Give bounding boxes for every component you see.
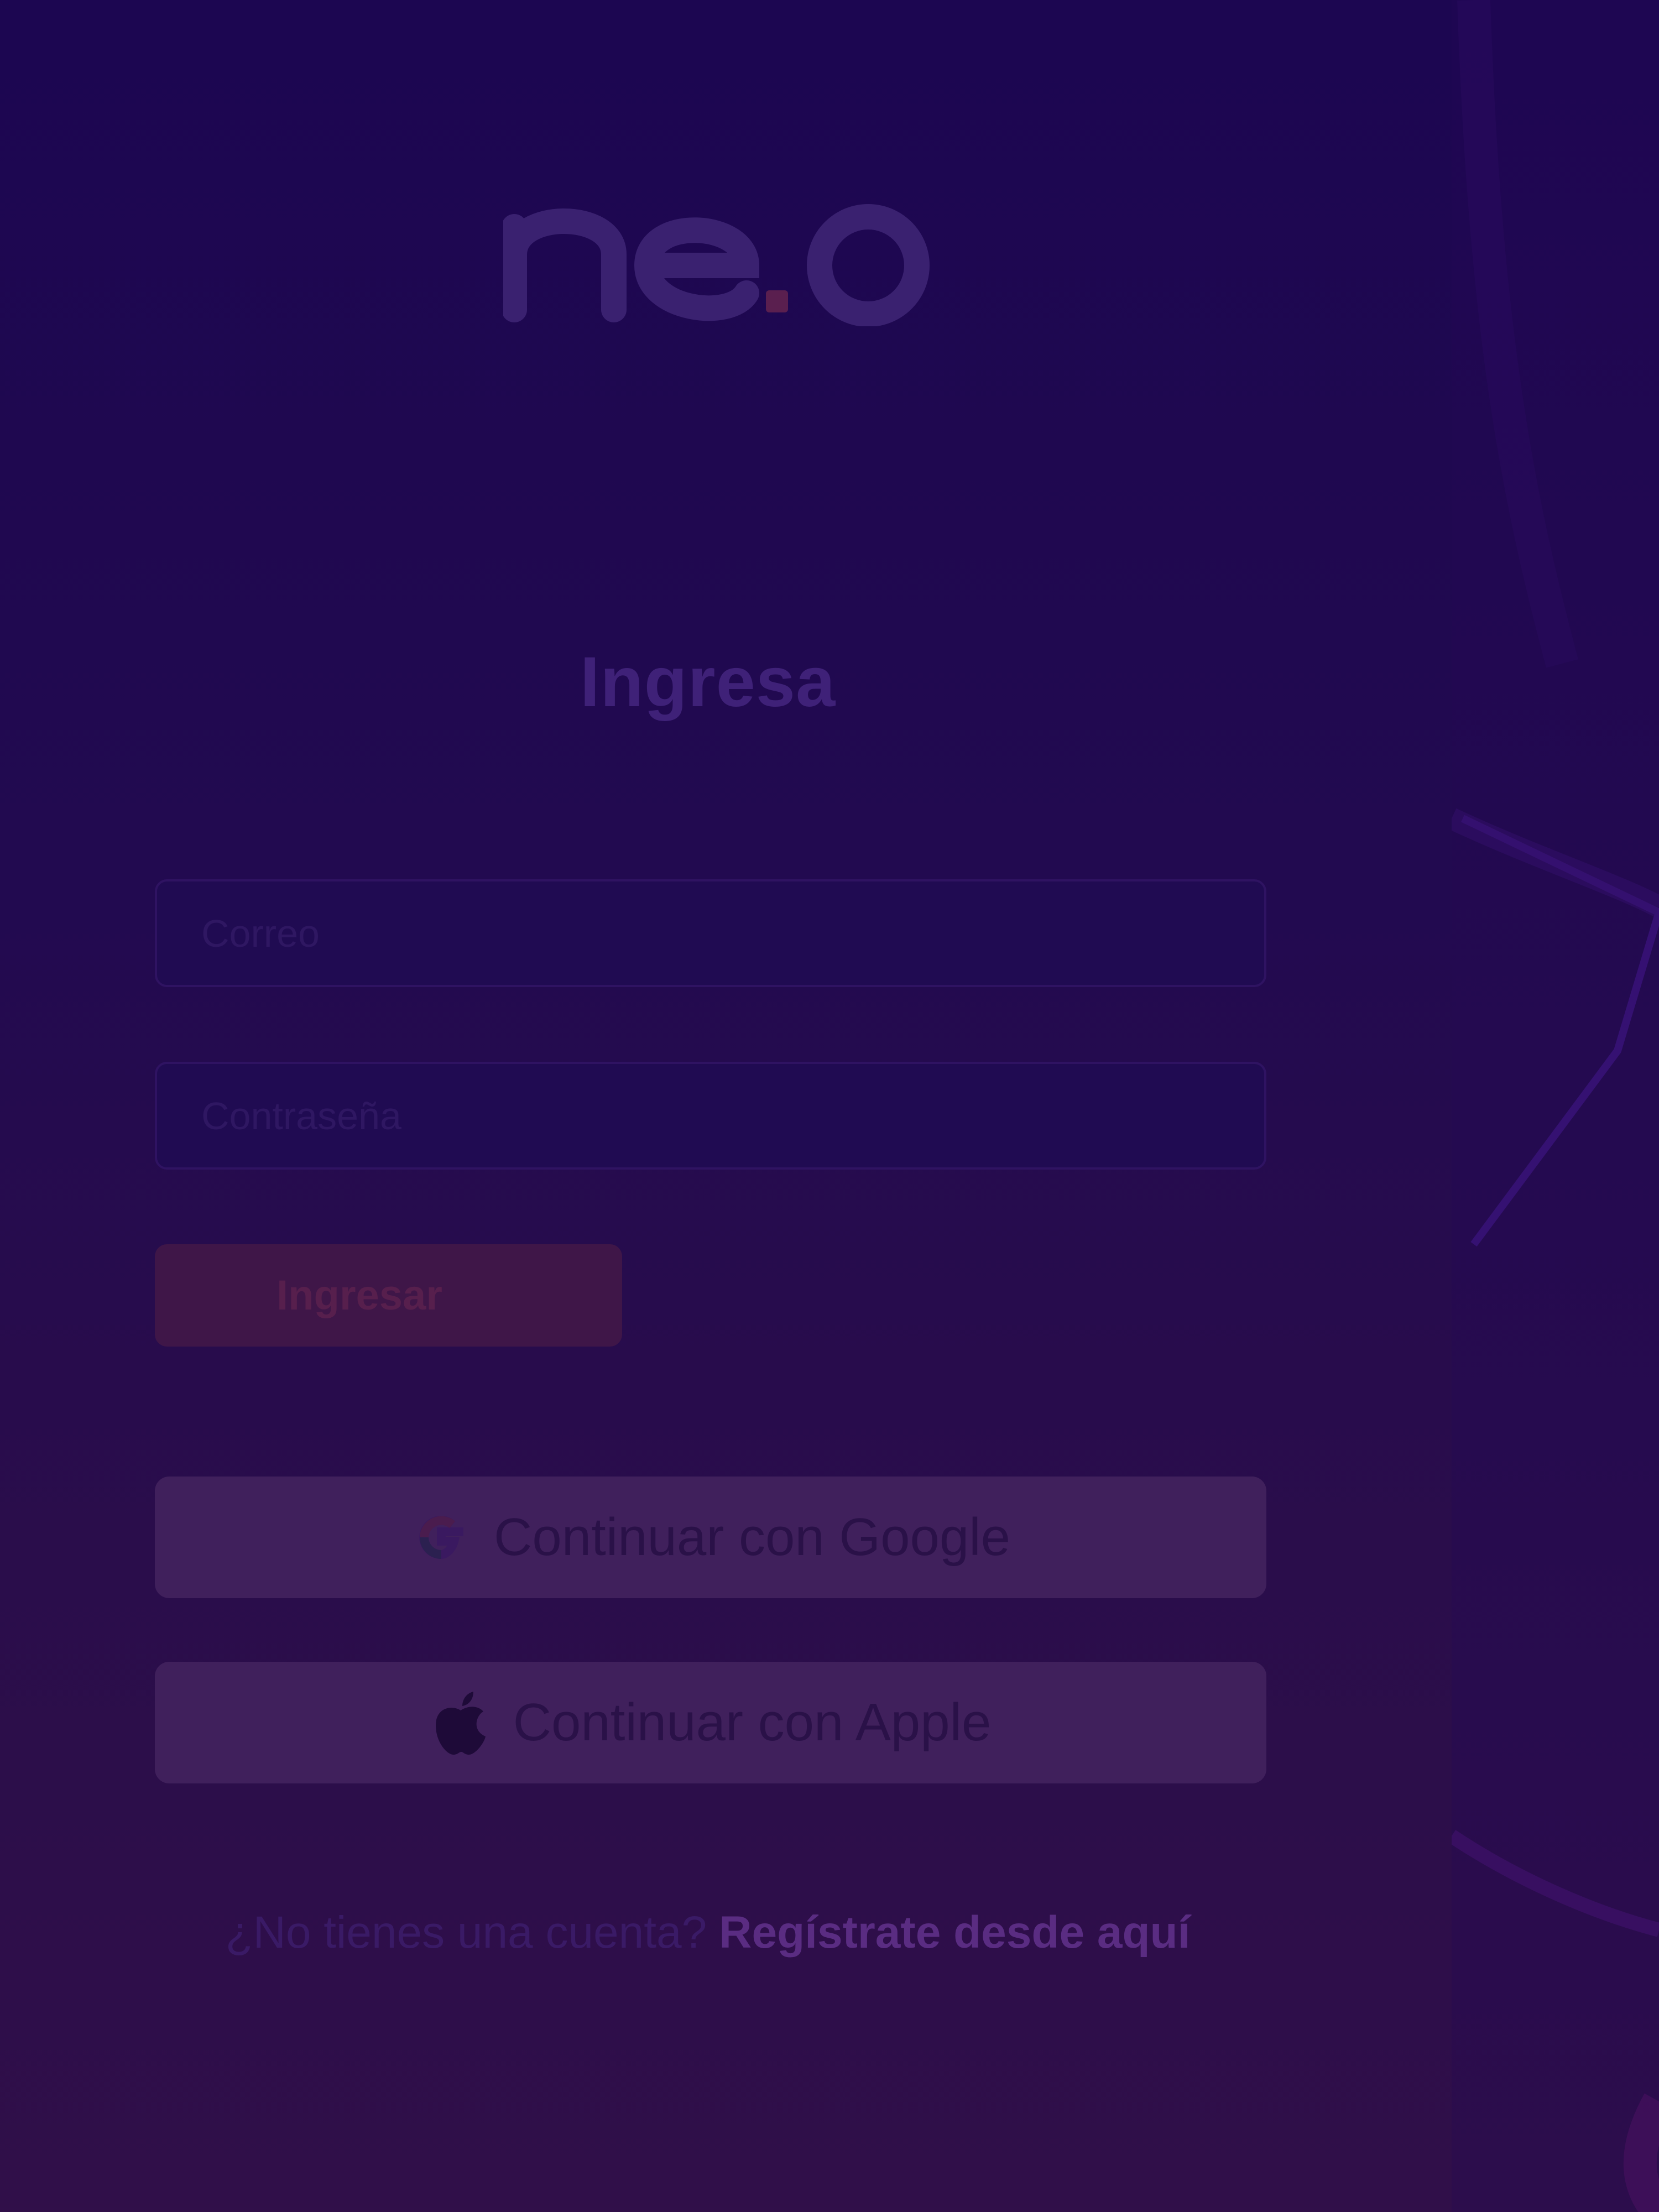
apple-signin-button[interactable]: Continuar con Apple bbox=[155, 1662, 1266, 1783]
google-signin-button[interactable]: Continuar con Google bbox=[155, 1477, 1266, 1598]
page-title: Ingresa bbox=[580, 643, 836, 722]
decorative-side-panel bbox=[1452, 0, 1659, 2212]
google-icon bbox=[419, 1516, 464, 1559]
signup-prompt: ¿No tienes una cuenta? Regístrate desde a… bbox=[0, 1907, 1416, 1959]
google-button-label: Continuar con Google bbox=[494, 1507, 1010, 1567]
email-placeholder: Correo bbox=[201, 911, 320, 955]
login-button[interactable]: Ingresar bbox=[155, 1244, 622, 1347]
neo-logo-icon bbox=[503, 204, 930, 326]
decorative-curves bbox=[1452, 0, 1659, 2212]
apple-icon bbox=[435, 1692, 486, 1755]
login-card: Ingresa Correo Contraseña Ingresar Conti… bbox=[0, 0, 1452, 2212]
password-field[interactable]: Contraseña bbox=[155, 1062, 1266, 1170]
apple-button-label: Continuar con Apple bbox=[513, 1693, 992, 1752]
signup-link[interactable]: Regístrate desde aquí bbox=[719, 1907, 1190, 1958]
password-placeholder: Contraseña bbox=[201, 1094, 401, 1138]
email-field[interactable]: Correo bbox=[155, 879, 1266, 987]
brand-logo bbox=[503, 182, 957, 326]
signup-text: ¿No tienes una cuenta? bbox=[225, 1907, 707, 1958]
login-button-label: Ingresar bbox=[276, 1272, 442, 1319]
